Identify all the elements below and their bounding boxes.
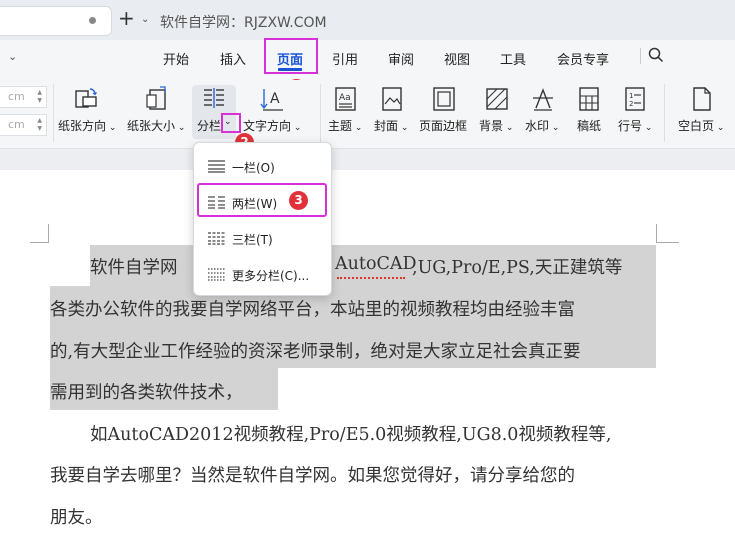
doc-line-7: 朋友。 (50, 508, 103, 528)
paper-size-button[interactable]: 纸张大小 ⌄ (127, 117, 185, 134)
menu-bar (0, 40, 735, 80)
doc-line-4: 需用到的各类软件技术， (50, 383, 243, 403)
menu-item-label: 三栏(T) (232, 233, 273, 247)
menu-item-label: 更多分栏(C)... (232, 269, 310, 283)
page-border-button[interactable]: 页面边框 (419, 117, 467, 134)
blank-page-button[interactable]: 空白页 ⌄ (678, 117, 724, 134)
cover-button[interactable]: 封面 ⌄ (374, 117, 408, 134)
menu-divider (640, 48, 641, 64)
line-number-button[interactable]: 行号 ⌄ (618, 117, 652, 134)
theme-button[interactable]: 主题 ⌄ (328, 117, 362, 134)
page-border-icon (431, 86, 457, 112)
svg-text:1: 1 (629, 92, 633, 100)
background-button[interactable]: 背景 ⌄ (479, 117, 513, 134)
manuscript-button[interactable]: 稿纸 (577, 117, 601, 134)
watermark-button[interactable]: 水印 ⌄ (525, 117, 559, 134)
highlight-box-page-tab (264, 38, 318, 74)
menu-start[interactable]: 开始 (163, 49, 189, 68)
ribbon-bottom-bar (0, 148, 735, 171)
collapse-chevron-icon[interactable]: ⌄ (8, 50, 17, 63)
blank-page-icon (689, 86, 715, 112)
unit-label: cm (8, 118, 25, 131)
ribbon-divider (320, 84, 321, 142)
margin-corner-left (30, 224, 49, 243)
doc-line-1c: ,UG,Pro/E,PS,天正建筑等 (412, 258, 623, 278)
doc-line-5: 如AutoCAD2012视频教程,Pro/E5.0视频教程,UG8.0视频教程等… (90, 425, 612, 445)
doc-line-1b: AutoCAD (335, 254, 417, 274)
step-badge-3: 3 (289, 191, 308, 210)
orientation-button[interactable]: 纸张方向 ⌄ (58, 117, 116, 134)
window-title: 软件自学网：RJZXW.COM (160, 15, 327, 31)
three-columns-icon (208, 232, 225, 245)
menu-reference[interactable]: 引用 (332, 49, 358, 68)
new-tab-button[interactable]: + (118, 8, 135, 28)
cover-icon (379, 86, 405, 112)
unit-label: cm (8, 90, 25, 103)
one-column-icon (208, 160, 225, 173)
paper-size-icon (144, 86, 170, 112)
doc-line-6: 我要自学去哪里？当然是软件自学网。如果您觉得好，请分享给您的 (50, 466, 575, 486)
margin-spinner-top[interactable]: cm ▲ ▼ (0, 86, 47, 108)
highlight-box-columns-dropdown (221, 113, 241, 133)
menu-item-label: 一栏(O) (232, 161, 275, 175)
doc-line-1a: 软件自学网 (90, 258, 178, 278)
columns-dropdown-menu: 一栏(O) 两栏(W) 三栏(T) 更多分栏(C)... (193, 142, 332, 296)
orientation-icon (73, 86, 99, 112)
menu-view[interactable]: 视图 (444, 49, 470, 68)
line-number-icon: 12 (622, 86, 648, 112)
svg-text:Aa: Aa (339, 93, 351, 103)
columns-button[interactable]: 分栏 (197, 117, 221, 134)
svg-text:2: 2 (629, 100, 633, 108)
text-direction-button[interactable]: 文字方向 ⌄ (243, 117, 301, 134)
spellcheck-underline (337, 274, 405, 279)
more-columns-icon (208, 268, 225, 281)
margin-corner-right (656, 224, 679, 243)
selection-end-mask (278, 368, 656, 410)
chevron-down-icon[interactable]: ⌄ (141, 14, 149, 25)
ribbon-divider (664, 84, 665, 142)
theme-icon: Aa (333, 86, 359, 112)
text-direction-icon: A (259, 86, 285, 112)
menu-insert[interactable]: 插入 (220, 49, 246, 68)
unsaved-dot-icon (89, 17, 96, 24)
manuscript-icon (576, 86, 602, 112)
menu-member[interactable]: 会员专享 (557, 49, 609, 68)
columns-icon (201, 86, 227, 112)
background-icon (484, 86, 510, 112)
svg-text:A: A (270, 91, 280, 107)
menu-review[interactable]: 审阅 (388, 49, 414, 68)
ribbon-divider (53, 84, 54, 142)
doc-line-3: 的,有大型企业工作经验的资深老师录制，绝对是大家立足社会真正要 (50, 342, 581, 362)
doc-line-2: 各类办公软件的我要自学网络平台，本站里的视频教程均由经验丰富 (50, 300, 575, 320)
margin-spinner-bottom[interactable]: cm ▲ ▼ (0, 114, 47, 136)
watermark-icon (530, 86, 556, 112)
search-icon[interactable] (648, 47, 664, 67)
menu-tools[interactable]: 工具 (500, 49, 526, 68)
